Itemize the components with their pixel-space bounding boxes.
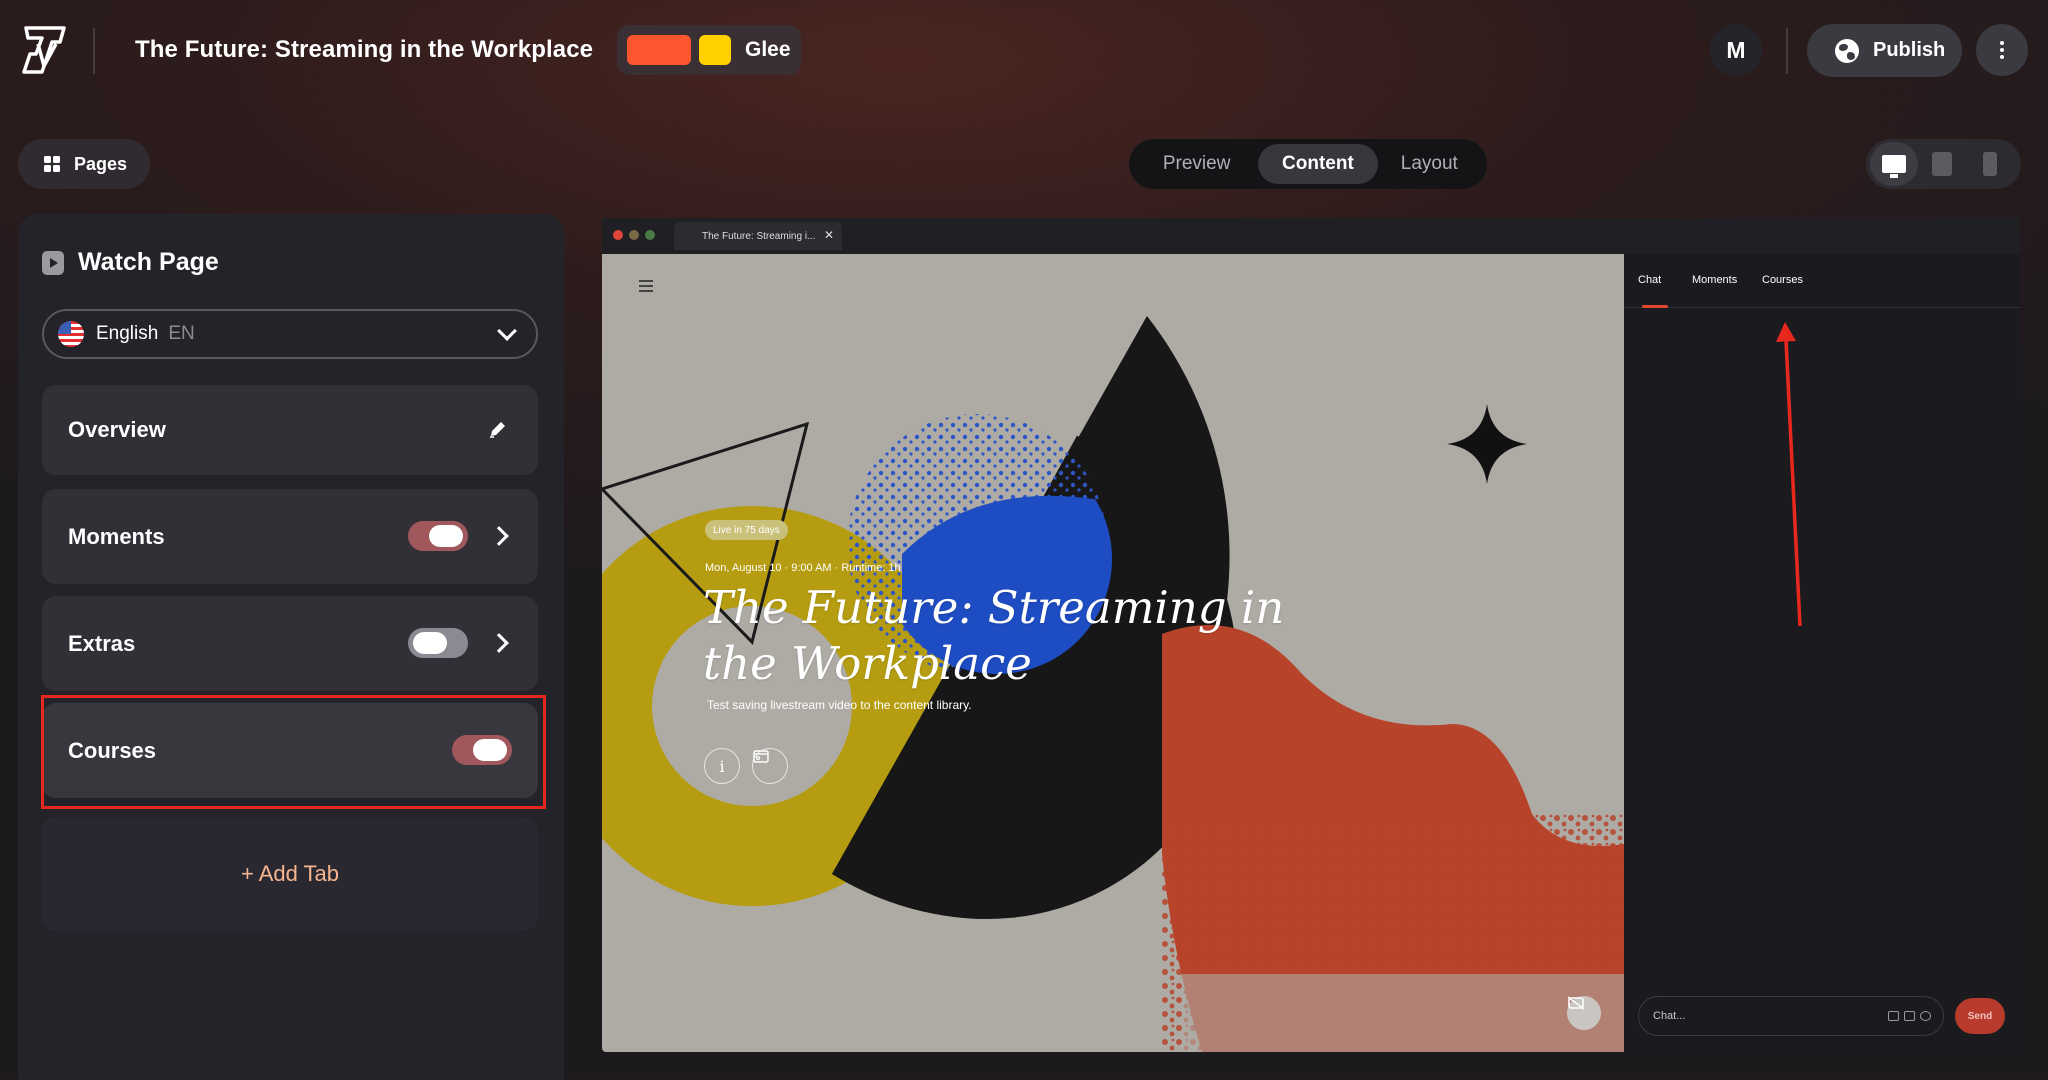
pencil-icon[interactable] <box>488 419 508 439</box>
theme-color-swatch-secondary <box>699 35 731 65</box>
theme-color-swatch-primary <box>627 35 691 65</box>
event-description: Test saving livestream video to the cont… <box>707 698 972 712</box>
tab-card-moments[interactable]: Moments <box>42 489 538 584</box>
info-button[interactable]: i <box>704 748 740 784</box>
desktop-icon <box>1882 155 1906 178</box>
publish-button[interactable]: Publish <box>1807 24 1962 77</box>
browser-tab-title: The Future: Streaming i... <box>702 230 816 242</box>
phone-view-button[interactable] <box>1966 142 2014 186</box>
courses-highlight-annotation <box>41 695 546 809</box>
us-flag-icon <box>58 321 84 347</box>
page-title: The Future: Streaming in the Workplace <box>135 36 594 63</box>
chat-sidebar: Chat Moments Courses Chat... Send <box>1624 254 2020 1052</box>
theme-name: Glee <box>745 38 791 61</box>
top-bar: The Future: Streaming in the Workplace G… <box>0 0 2048 100</box>
kebab-dot <box>2000 41 2004 45</box>
chat-input[interactable]: Chat... <box>1638 996 1944 1036</box>
window-minimize-dot <box>629 230 639 240</box>
captions-off-icon <box>1567 996 1585 1010</box>
tab-label: Overview <box>68 417 166 442</box>
globe-icon <box>1835 38 1859 63</box>
hero-stage: Live in 75 days Mon, August 10 · 9:00 AM… <box>602 254 1624 1052</box>
chevron-down-icon <box>497 321 517 341</box>
language-select[interactable]: English EN <box>42 309 538 359</box>
window-maximize-dot <box>645 230 655 240</box>
language-code: EN <box>168 323 195 344</box>
tv-logo-icon[interactable] <box>16 24 70 78</box>
language-name: English <box>96 323 159 344</box>
desktop-view-button[interactable] <box>1870 142 1918 186</box>
more-options-button[interactable] <box>1976 24 2028 76</box>
page-preview: The Future: Streaming i... ✕ Live in 75 … <box>602 218 2020 1052</box>
phone-icon <box>1983 152 1997 176</box>
event-date: Mon, August 10 · 9:00 AM · Runtime: 1h <box>705 562 901 574</box>
active-tab-indicator <box>1642 305 1668 308</box>
tab-preview[interactable]: Preview <box>1135 144 1258 184</box>
watch-page-panel: Watch Page English EN Overview Moments E… <box>18 214 564 1080</box>
gif-icon[interactable] <box>1904 1011 1915 1021</box>
window-close-dot <box>613 230 623 240</box>
browser-tab[interactable]: The Future: Streaming i... ✕ <box>674 222 842 250</box>
tablet-view-button[interactable] <box>1918 142 1966 186</box>
chat-tab-chat[interactable]: Chat <box>1638 274 1661 286</box>
hamburger-menu-icon[interactable] <box>639 280 653 292</box>
top-divider <box>93 28 95 74</box>
calendar-icon <box>753 750 769 763</box>
top-divider-right <box>1786 28 1788 74</box>
chat-input-icons <box>1888 1011 1931 1021</box>
kebab-dot <box>2000 55 2004 59</box>
pages-label: Pages <box>74 153 128 174</box>
chat-tab-moments[interactable]: Moments <box>1692 274 1737 286</box>
tab-card-overview[interactable]: Overview <box>42 385 538 475</box>
theme-selector[interactable]: Glee <box>617 25 801 75</box>
browser-bar: The Future: Streaming i... ✕ <box>602 218 2020 254</box>
moments-toggle[interactable] <box>408 521 468 551</box>
event-title: The Future: Streaming in the Workplace <box>703 581 1285 690</box>
extras-toggle[interactable] <box>408 628 468 658</box>
toggle-knob <box>413 632 447 654</box>
user-avatar[interactable]: M <box>1710 24 1762 76</box>
tab-label: Moments <box>68 523 165 549</box>
tablet-icon <box>1932 152 1952 176</box>
publish-label: Publish <box>1873 39 1946 61</box>
panel-header: Watch Page <box>42 248 219 277</box>
kebab-dot <box>2000 48 2004 52</box>
toggle-knob <box>429 525 463 547</box>
calendar-button[interactable] <box>752 748 788 784</box>
chat-placeholder: Chat... <box>1653 1010 1686 1022</box>
emoji-icon[interactable] <box>1920 1011 1931 1021</box>
grid-icon <box>44 156 60 172</box>
device-switcher <box>1866 139 2021 189</box>
image-icon[interactable] <box>1888 1011 1899 1021</box>
close-icon[interactable]: ✕ <box>824 228 834 242</box>
send-button[interactable]: Send <box>1955 998 2005 1034</box>
captions-off-button[interactable] <box>1567 996 1601 1030</box>
pages-button[interactable]: Pages <box>18 139 150 189</box>
sparkle-shape <box>1447 404 1527 484</box>
chevron-right-icon[interactable] <box>489 526 509 546</box>
add-tab-button[interactable]: + Add Tab <box>42 817 538 931</box>
panel-title: Watch Page <box>78 248 219 276</box>
live-countdown-badge: Live in 75 days <box>705 520 788 540</box>
mode-switcher: Preview Content Layout <box>1129 139 1487 189</box>
chat-tab-courses[interactable]: Courses <box>1762 274 1803 286</box>
watch-page-icon <box>42 250 64 275</box>
info-icon: i <box>719 756 725 776</box>
tab-card-extras[interactable]: Extras <box>42 596 538 691</box>
chat-tab-bar: Chat Moments Courses <box>1624 254 2020 308</box>
tab-layout[interactable]: Layout <box>1378 144 1481 184</box>
tab-label: Extras <box>68 630 136 656</box>
tab-content[interactable]: Content <box>1258 144 1378 184</box>
chevron-right-icon[interactable] <box>489 633 509 653</box>
